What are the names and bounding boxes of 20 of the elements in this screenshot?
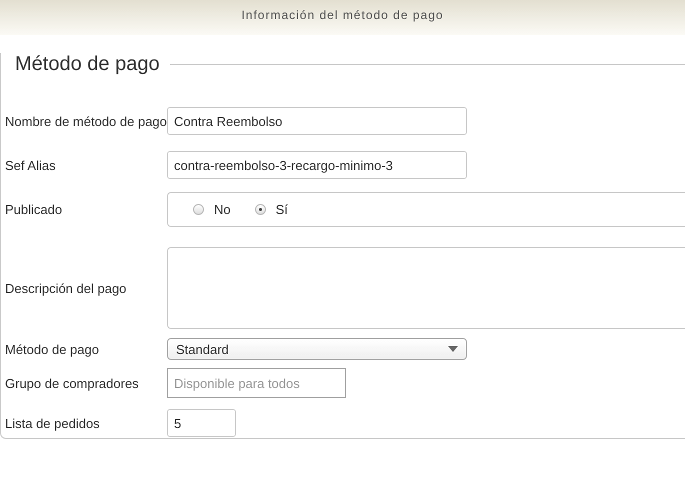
radio-option[interactable]: Sí	[254, 202, 288, 216]
field-label: Sef Alias	[5, 158, 57, 172]
payment-method-dropdown[interactable]: Standard	[167, 338, 467, 360]
field-label: Publicado	[5, 202, 64, 216]
radio-button-icon[interactable]	[254, 204, 266, 214]
radio-option[interactable]: No	[193, 202, 231, 216]
header-title: Información del método de pago	[241, 8, 444, 22]
field-label: Descripción del pago	[5, 280, 128, 296]
radio-button-icon[interactable]	[193, 204, 204, 214]
field-label: Grupo de compradores	[5, 376, 140, 390]
shopper-group-field[interactable]: Disponible para todos	[167, 368, 346, 398]
description-textarea[interactable]	[167, 247, 685, 329]
text-field[interactable]: contra-reembolso-3-recargo-minimo-3	[167, 151, 467, 179]
order-list-field[interactable]: 5	[167, 409, 236, 437]
field-label: Nombre de método de pago	[5, 114, 167, 128]
caret-icon	[448, 346, 458, 352]
fieldset-legend: Método de pago	[1, 53, 170, 76]
field-label: Método de pago	[5, 342, 100, 356]
field-label: Lista de pedidos	[5, 416, 101, 430]
text-field[interactable]: Contra Reembolso	[167, 107, 467, 135]
